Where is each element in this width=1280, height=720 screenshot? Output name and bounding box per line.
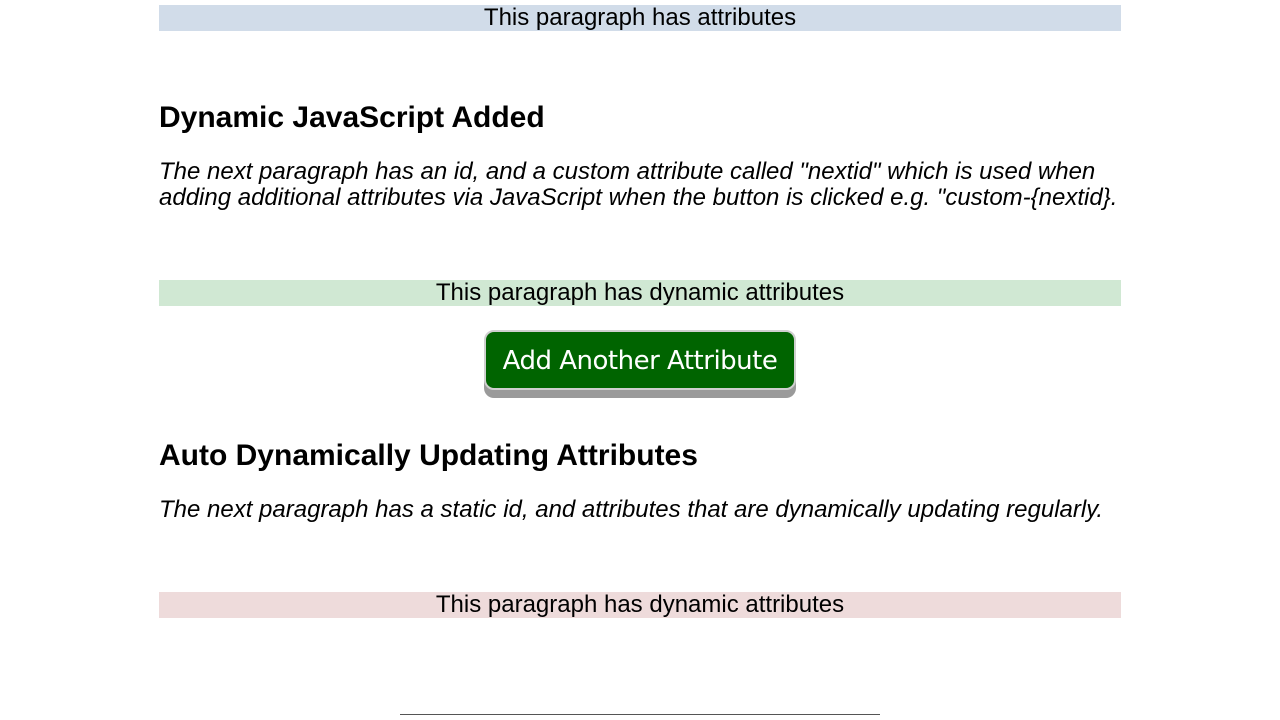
auto-updating-heading: Auto Dynamically Updating Attributes: [159, 439, 698, 472]
static-attributes-paragraph: This paragraph has attributes: [159, 5, 1121, 31]
auto-updating-description: The next paragraph has a static id, and …: [159, 496, 1104, 523]
dynamic-javascript-heading: Dynamic JavaScript Added: [159, 101, 545, 134]
dynamic-javascript-description: The next paragraph has an id, and a cust…: [159, 158, 1118, 211]
auto-updating-attributes-paragraph: This paragraph has dynamic attributes: [159, 592, 1121, 618]
button-container: Add Another Attribute: [0, 330, 1280, 390]
add-another-attribute-button[interactable]: Add Another Attribute: [484, 330, 796, 390]
dynamic-attributes-paragraph: This paragraph has dynamic attributes: [159, 280, 1121, 306]
page: This paragraph has attributes Dynamic Ja…: [0, 0, 1280, 720]
footer-divider: [400, 714, 880, 715]
